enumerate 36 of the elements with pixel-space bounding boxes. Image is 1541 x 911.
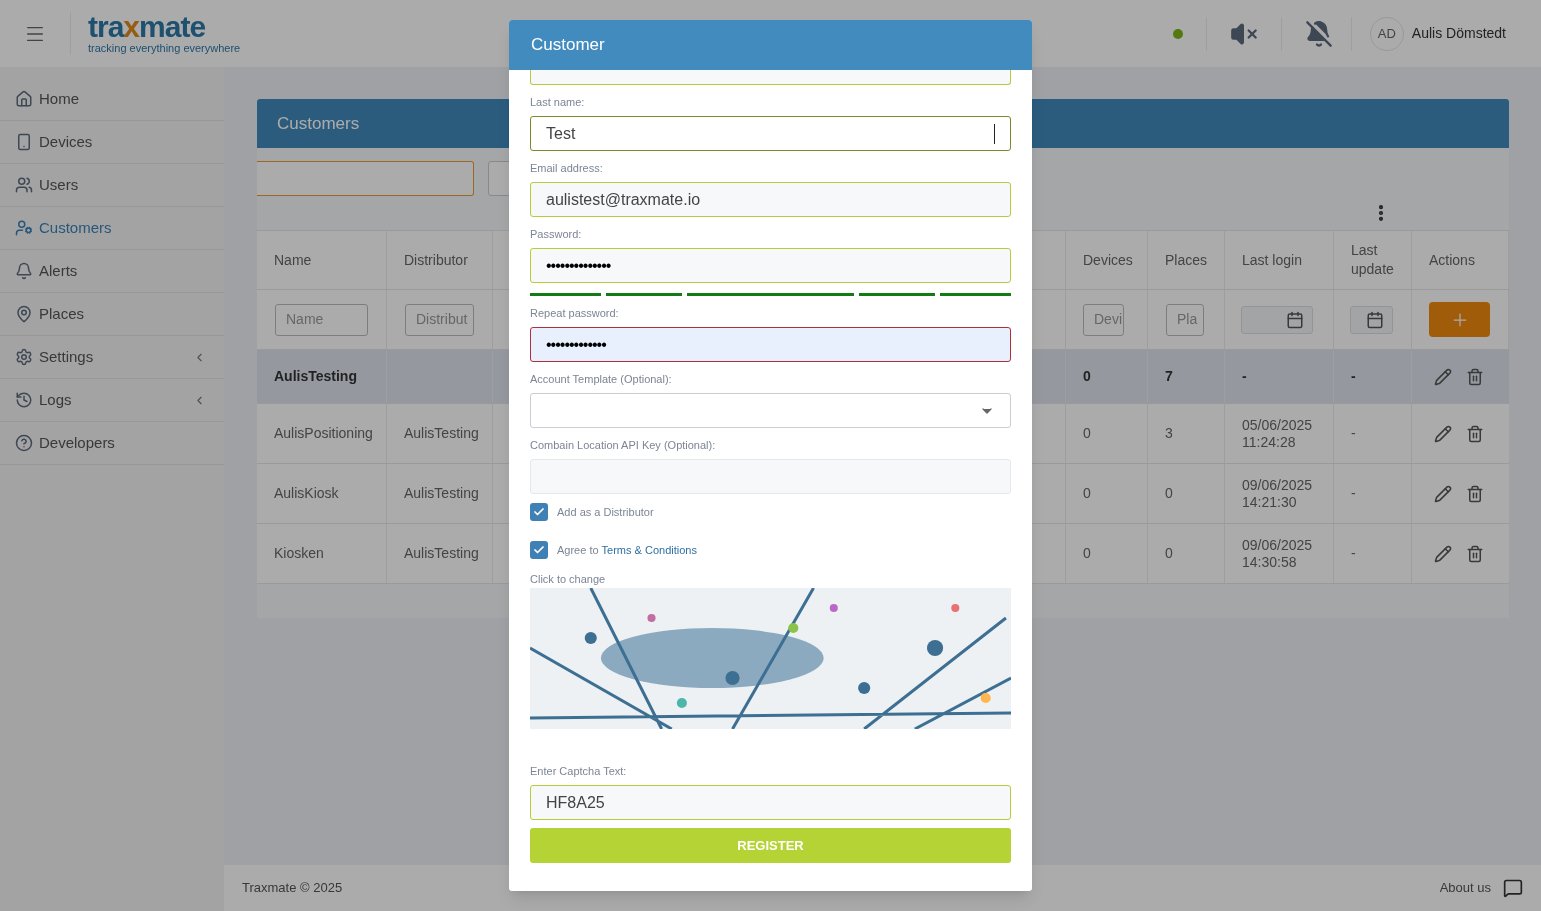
field-label: Account Template (Optional): bbox=[530, 372, 673, 386]
table-cell: 0 bbox=[1083, 485, 1091, 502]
table-cell-text: 09/06/2025 14:30:58 bbox=[1242, 536, 1314, 571]
table-cell: - bbox=[1351, 368, 1356, 385]
field-label: Enter Captcha Text: bbox=[530, 764, 628, 778]
table-cell: - bbox=[1351, 425, 1356, 442]
table-cell-text: 09/06/2025 14:21:30 bbox=[1242, 476, 1314, 511]
checkbox-label: Agree to bbox=[557, 542, 599, 558]
table-cell: 0 bbox=[1083, 368, 1091, 385]
copyright-text: Traxmate © 2025 bbox=[242, 879, 344, 898]
table-cell: AulisTesting bbox=[404, 545, 479, 562]
table-cell: 0 bbox=[1165, 485, 1173, 502]
table-cell: 0 bbox=[1165, 545, 1173, 562]
table-cell: Kiosken bbox=[274, 545, 324, 562]
table-cell: AulisTesting bbox=[404, 485, 479, 502]
table-cell: AulisTesting bbox=[274, 368, 357, 385]
captcha-hint: Click to change bbox=[530, 572, 607, 586]
table-cell: - bbox=[1351, 545, 1356, 562]
dialog-header: Customer bbox=[509, 20, 1032, 70]
table-cell-text: - bbox=[1242, 368, 1248, 385]
field-label: Password: bbox=[530, 227, 583, 241]
field-label: Email address: bbox=[530, 161, 604, 175]
table-cell: 0 bbox=[1083, 425, 1091, 442]
table-cell: 7 bbox=[1165, 368, 1173, 385]
field-label: Combain Location API Key (Optional): bbox=[530, 438, 717, 452]
table-cell: AulisPositioning bbox=[274, 425, 373, 442]
table-cell: AulisKiosk bbox=[274, 485, 339, 502]
table-cell: - bbox=[1351, 485, 1356, 502]
checkbox-label: Add as a Distributor bbox=[557, 504, 654, 520]
logo-tagline: tracking everything everywhere bbox=[88, 42, 241, 55]
table-cell: 0 bbox=[1083, 545, 1091, 562]
table-cell: 3 bbox=[1165, 425, 1173, 442]
logo-wordmark: traxmate bbox=[88, 12, 207, 42]
field-label: Repeat password: bbox=[530, 306, 620, 320]
table-cell-text: 05/06/2025 11:24:28 bbox=[1242, 416, 1314, 451]
table-cell: AulisTesting bbox=[404, 425, 479, 442]
